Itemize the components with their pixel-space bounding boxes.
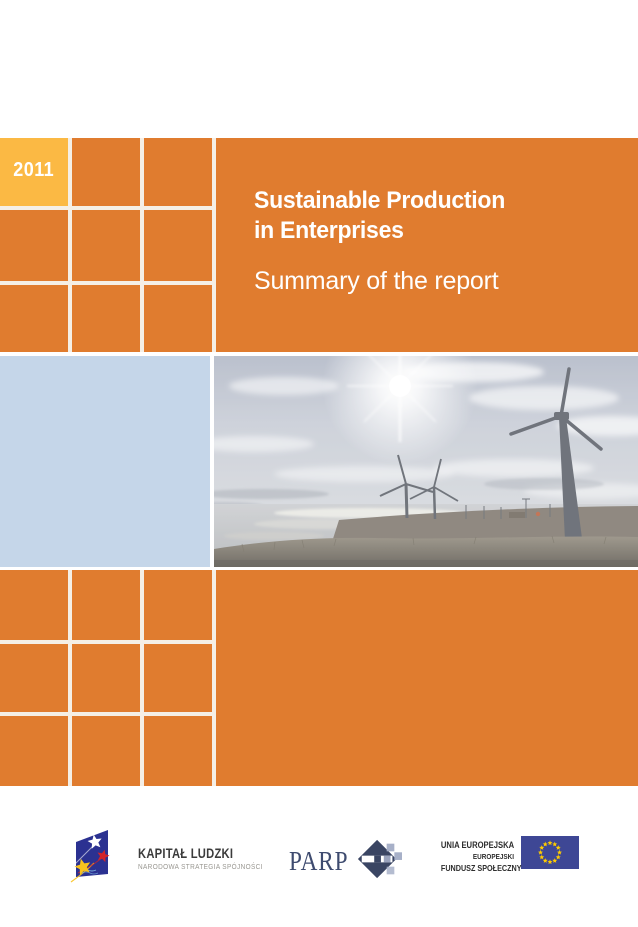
grid-line <box>140 570 144 786</box>
grid-line <box>140 138 144 352</box>
grid-line <box>68 138 72 352</box>
eu-flag-icon <box>521 836 579 874</box>
grid-line <box>0 206 216 210</box>
title-block: Sustainable Production in Enterprises Su… <box>254 186 515 296</box>
report-title-line1: Sustainable Production <box>254 186 505 216</box>
kapital-ludzki-name: KAPITAŁ LUDZKI <box>138 845 247 861</box>
grid-line <box>212 138 216 352</box>
report-title-line2: in Enterprises <box>254 216 505 246</box>
faded-overlay <box>214 356 638 567</box>
grid-line <box>212 570 216 786</box>
eu-line2: EUROPEJSKI <box>441 852 514 861</box>
cover-photo <box>214 356 638 567</box>
year-badge: 2011 <box>0 138 68 206</box>
grid-line <box>0 281 216 285</box>
report-cover-page: 2011 Sustainable Production in Enterpris… <box>0 0 638 927</box>
eu-line1: UNIA EUROPEJSKA <box>441 840 514 850</box>
kapital-ludzki-flag-icon <box>70 827 116 890</box>
light-blue-panel <box>0 356 210 567</box>
bottom-orange-band <box>0 570 638 786</box>
grid-line <box>0 640 216 644</box>
eu-logo: UNIA EUROPEJSKA EUROPEJSKI FUNDUSZ SPOŁE… <box>428 836 579 874</box>
eu-line3: FUNDUSZ SPOŁECZNY <box>441 863 514 873</box>
wind-turbines-photo <box>214 356 638 567</box>
eu-wordmark: UNIA EUROPEJSKA EUROPEJSKI FUNDUSZ SPOŁE… <box>428 840 514 873</box>
grid-line <box>68 570 72 786</box>
grid-line <box>0 712 216 716</box>
parp-wordmark: PARP <box>289 846 348 877</box>
report-subtitle: Summary of the report <box>254 266 515 296</box>
parp-diamond-icon <box>356 837 402 886</box>
kapital-ludzki-tagline: NARODOWA STRATEGIA SPÓJNOŚCI <box>138 864 263 871</box>
kapital-ludzki-wordmark: KAPITAŁ LUDZKI NARODOWA STRATEGIA SPÓJNO… <box>138 845 274 871</box>
parp-logo: PARP <box>289 837 402 886</box>
year-label: 2011 <box>14 159 55 182</box>
